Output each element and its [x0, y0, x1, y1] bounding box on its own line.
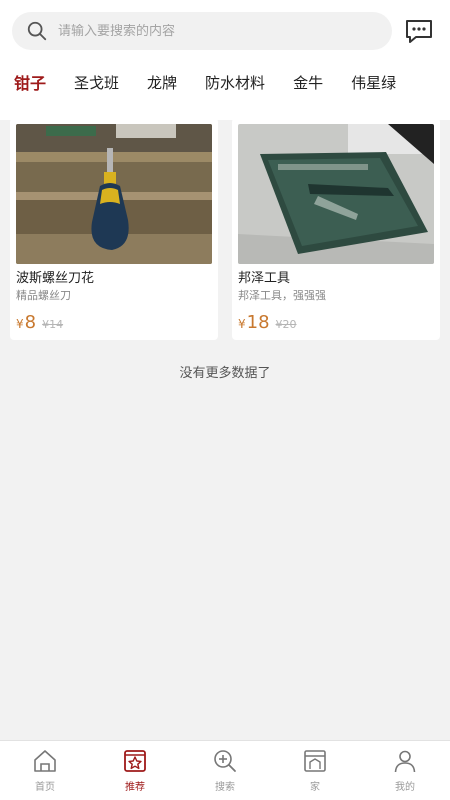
price-row: ¥ 18 ¥20 — [238, 312, 434, 333]
nav-label: 首页 — [35, 782, 55, 793]
product-desc: 精品螺丝刀 — [16, 289, 71, 302]
original-price: ¥14 — [42, 318, 64, 331]
top-header: 钳子 圣戈班 龙牌 防水材料 金牛 伟星绿 — [0, 0, 450, 120]
product-name: 波斯螺丝刀花 — [16, 271, 95, 286]
tab-waterproof[interactable]: 防水材料 — [205, 72, 265, 93]
product-name: 邦泽工具 — [238, 271, 291, 286]
nav-label: 家 — [310, 782, 320, 793]
nav-label: 我的 — [395, 782, 415, 793]
tab-longpai[interactable]: 龙牌 — [147, 72, 177, 93]
product-price: 8 — [24, 312, 37, 333]
nav-home-decor[interactable]: 家 — [270, 741, 360, 800]
user-icon — [394, 750, 416, 773]
nav-recommend[interactable]: 推荐 — [90, 741, 180, 800]
tab-jinniu[interactable]: 金牛 — [293, 72, 323, 93]
nav-label: 推荐 — [125, 782, 145, 793]
bottom-nav: 首页 推荐 搜索 家 我的 — [0, 740, 450, 800]
original-price: ¥20 — [275, 318, 297, 331]
no-more-data-text: 没有更多数据了 — [179, 366, 271, 381]
product-price: 18 — [246, 312, 270, 333]
chat-bubble-icon — [406, 20, 432, 43]
search-bar[interactable] — [12, 12, 392, 50]
price-row: ¥ 8 ¥14 — [16, 312, 212, 333]
star-icon — [124, 750, 146, 772]
search-zoom-icon — [214, 750, 236, 772]
product-card[interactable]: 邦泽工具 邦泽工具，强强强 ¥ 18 ¥20 — [232, 118, 440, 340]
product-image — [238, 124, 434, 264]
home-icon — [34, 750, 56, 772]
tab-pliers[interactable]: 钳子 — [14, 70, 46, 94]
nav-search[interactable]: 搜索 — [180, 741, 270, 800]
nav-home[interactable]: 首页 — [0, 741, 90, 800]
currency-symbol: ¥ — [238, 317, 246, 331]
house-window-icon — [304, 750, 326, 772]
category-tabs: 钳子 圣戈班 龙牌 防水材料 金牛 伟星绿 — [0, 62, 450, 102]
message-button[interactable] — [402, 16, 436, 46]
tab-weixinglv[interactable]: 伟星绿 — [351, 72, 396, 93]
product-grid: 波斯螺丝刀花 精品螺丝刀 ¥ 8 ¥14 邦泽工具 邦泽工具，强强强 ¥ 18 … — [10, 118, 440, 340]
product-image — [16, 124, 212, 264]
search-icon — [27, 21, 47, 41]
nav-label: 搜索 — [215, 782, 235, 793]
search-input[interactable] — [58, 23, 358, 39]
currency-symbol: ¥ — [16, 317, 24, 331]
nav-mine[interactable]: 我的 — [360, 741, 450, 800]
product-desc: 邦泽工具，强强强 — [238, 289, 326, 302]
product-card[interactable]: 波斯螺丝刀花 精品螺丝刀 ¥ 8 ¥14 — [10, 118, 218, 340]
tab-saint-gobain[interactable]: 圣戈班 — [74, 72, 119, 93]
